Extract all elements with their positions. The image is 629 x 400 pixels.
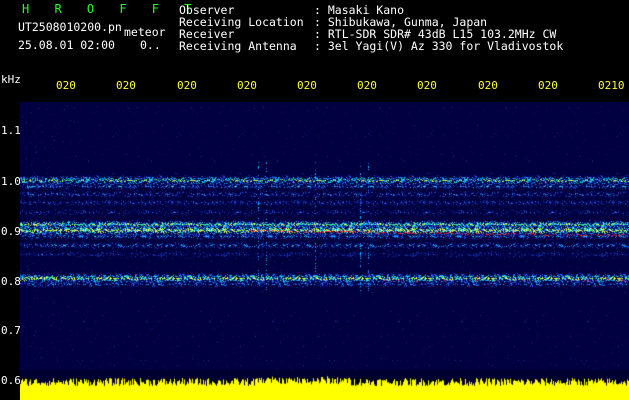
time-tick-label: 020 — [116, 79, 136, 92]
power-strip-canvas — [20, 370, 629, 400]
time-tick-label: 020 — [56, 79, 76, 92]
spectrogram-plot — [20, 102, 629, 370]
power-strip — [20, 370, 629, 400]
freq-unit-label: kHz — [1, 73, 21, 86]
freq-tick-label: 1.0 — [1, 175, 21, 188]
time-tick-label: 020 — [297, 79, 317, 92]
filename: UT2508010200.pn — [18, 20, 122, 34]
time-tick-label: 0210 — [598, 79, 625, 92]
antenna-label: Receiving Antenna — [179, 39, 297, 53]
freq-tick-label: 0.9 — [1, 225, 21, 238]
freq-tick-label: 0.6 — [1, 374, 21, 387]
app-name: H R O F F T — [22, 2, 201, 16]
time-tick-label: 020 — [177, 79, 197, 92]
time-tick-label: 020 — [357, 79, 377, 92]
time-tick-label: 020 — [417, 79, 437, 92]
marker: 0.. — [140, 38, 161, 52]
freq-tick-label: 0.8 — [1, 275, 21, 288]
time-tick-label: 020 — [478, 79, 498, 92]
antenna-value: : 3el Yagi(V) Az 330 for Vladivostok — [314, 39, 564, 53]
time-tick-label: 020 — [237, 79, 257, 92]
freq-tick-label: 1.1 — [1, 124, 21, 137]
freq-tick-label: 0.7 — [1, 324, 21, 337]
hrofft-window: H R O F F T UT2508010200.pn meteor 25.08… — [0, 0, 629, 400]
datetime: 25.08.01 02:00 — [18, 38, 115, 52]
time-tick-label: 020 — [538, 79, 558, 92]
spectrogram-canvas — [20, 102, 629, 370]
mode-label: meteor — [124, 25, 166, 39]
